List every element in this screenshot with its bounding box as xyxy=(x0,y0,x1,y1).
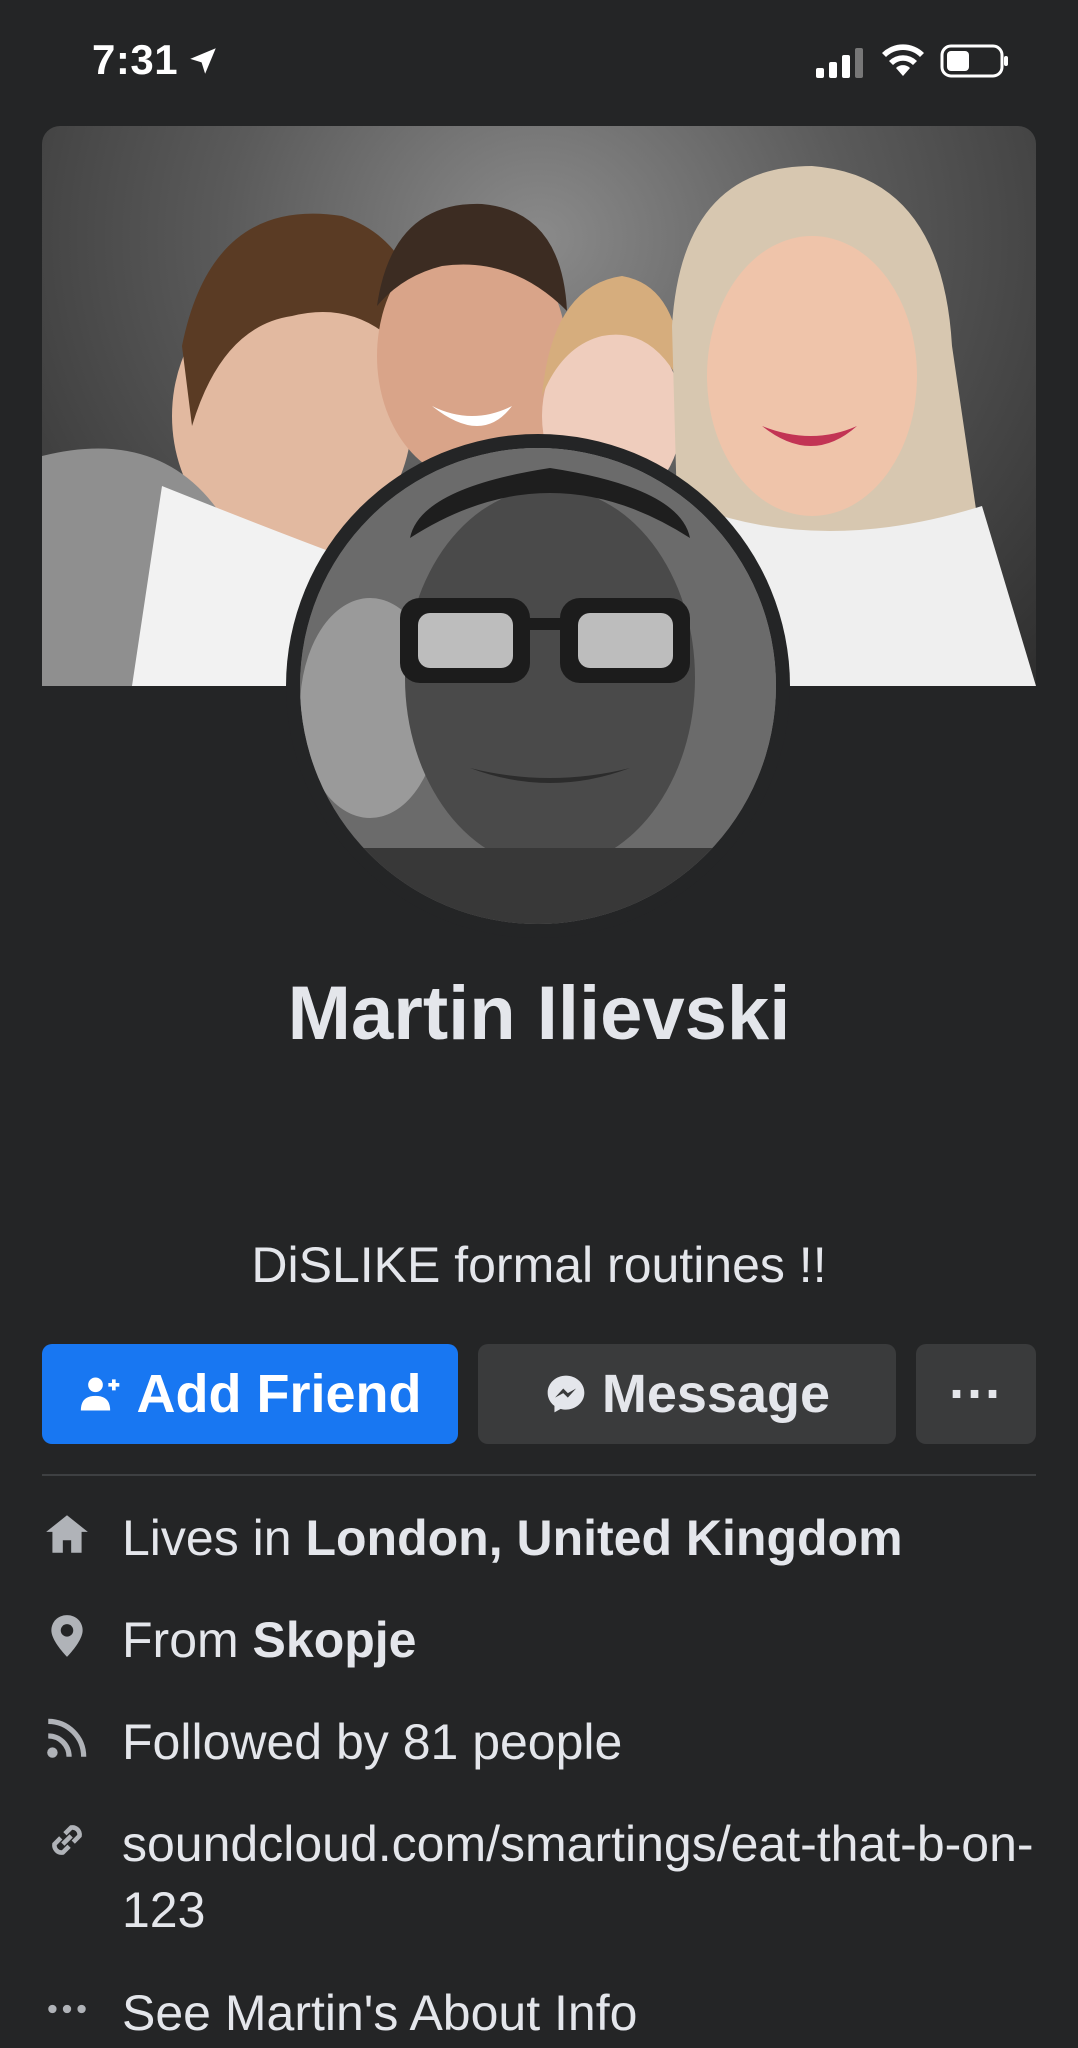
messenger-icon xyxy=(547,1375,585,1413)
status-time: 7:31 xyxy=(92,36,179,83)
add-friend-button[interactable]: Add Friend xyxy=(42,1344,458,1444)
more-dots-icon: ··· xyxy=(949,1364,1003,1424)
more-dots-icon xyxy=(48,2004,86,2014)
location-arrow-icon xyxy=(190,48,216,74)
see-about-info[interactable]: See Martin's About Info xyxy=(122,1980,1036,2046)
message-button[interactable]: Message xyxy=(478,1344,896,1444)
message-label: Message xyxy=(601,1364,831,1424)
lives-in-place[interactable]: London, United Kingdom xyxy=(305,1510,902,1566)
add-friend-label: Add Friend xyxy=(136,1364,422,1424)
intro-from: From Skopje xyxy=(42,1607,1036,1673)
from-prefix: From xyxy=(122,1612,253,1668)
add-friend-icon xyxy=(80,1377,119,1411)
lives-in-prefix: Lives in xyxy=(122,1510,306,1566)
battery-icon xyxy=(940,44,1008,78)
wifi-icon xyxy=(882,44,924,76)
intro-followers: Followed by 81 people xyxy=(42,1709,1036,1775)
followers-feed-icon xyxy=(47,1718,87,1758)
link-icon xyxy=(52,1825,82,1855)
from-place[interactable]: Skopje xyxy=(253,1612,417,1668)
intro-lives-in: Lives in London, United Kingdom xyxy=(42,1505,1036,1571)
website-link[interactable]: soundcloud.com/smartings/eat-that-b-on-1… xyxy=(122,1811,1036,1943)
avatar[interactable] xyxy=(300,448,776,924)
status-bar: 7:31 xyxy=(0,0,1078,120)
divider xyxy=(42,1474,1036,1476)
followed-by-text[interactable]: Followed by 81 people xyxy=(122,1709,1036,1775)
home-icon xyxy=(46,1515,88,1553)
profile-bio: DiSLIKE formal routines !! xyxy=(251,1237,827,1293)
profile-name: Martin Ilievski xyxy=(287,971,791,1056)
map-pin-icon xyxy=(51,1615,83,1657)
cellular-signal-icon xyxy=(816,48,863,78)
more-options-button[interactable]: ··· xyxy=(916,1344,1036,1444)
intro-link: soundcloud.com/smartings/eat-that-b-on-1… xyxy=(42,1811,1036,1943)
intro-about[interactable]: See Martin's About Info xyxy=(42,1980,1036,2046)
avatar-image xyxy=(300,448,776,924)
